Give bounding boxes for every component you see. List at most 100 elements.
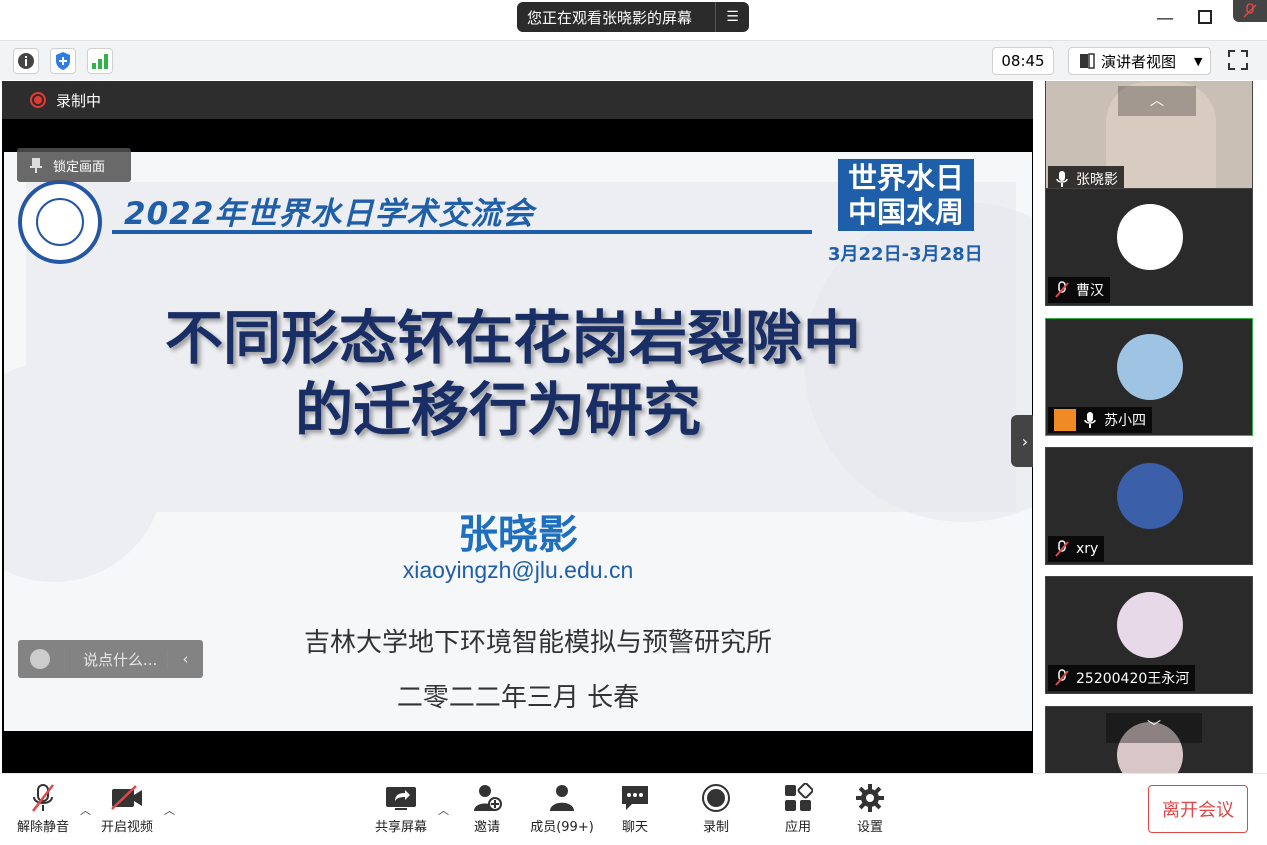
participant-gallery: ︿ 张晓影 曹汉 苏小四 xry 25200420王永河 ﹀ [1033,81,1267,773]
avatar [1117,334,1183,400]
video-off-icon [111,785,142,810]
info-button[interactable] [13,48,39,74]
share-options-caret[interactable]: ︿ [438,802,449,818]
water-day-badge: 世界水日 中国水周 [838,159,974,231]
share-screen-button[interactable]: 共享屏幕 [366,782,436,835]
meeting-toolbar: 解除静音 ︿ 开启视频 ︿ 共享屏幕 ︿ 邀请 成员(99+) 聊天 录制 应用… [0,773,1267,845]
conference-title: 2022年世界水日学术交流会 [124,196,535,232]
participant-nametag: 25200420王永河 [1048,665,1196,691]
participant-nametag: xry [1048,536,1105,562]
mic-off-icon [1243,3,1257,18]
audio-options-caret[interactable]: ︿ [80,802,91,818]
security-button[interactable] [50,48,76,74]
mic-icon [1056,171,1068,187]
lock-screen-label: 锁定画面 [53,159,106,175]
info-icon [18,53,34,69]
chevron-right-icon: › [1021,431,1029,451]
menu-icon[interactable]: ☰ [715,2,749,32]
start-video-label: 开启视频 [100,820,153,835]
unmute-button[interactable]: 解除静音 [8,782,78,835]
badge-line-1: 世界水日 [847,161,964,195]
chat-button[interactable]: 聊天 [600,782,670,835]
slide-author: 张晓影 [458,512,578,558]
title-line-1: 不同形态钚在花岗岩裂隙中 [164,304,861,372]
settings-button[interactable]: 设置 [835,782,905,835]
record-label: 录制 [702,820,729,835]
participant-name: 25200420王永河 [1076,671,1190,687]
title-line-2: 的迁移行为研究 [294,376,701,444]
invite-label: 邀请 [473,820,500,835]
title-bar: 您正在观看张晓影的屏幕 ☰ — [0,0,1267,40]
apps-button[interactable]: 应用 [763,782,833,835]
participant-name: 苏小四 [1104,413,1146,429]
minimize-button[interactable]: — [1153,8,1177,29]
viewing-notice[interactable]: 您正在观看张晓影的屏幕 ☰ [517,2,749,32]
title-underline [112,230,812,234]
participant-nametag: 曹汉 [1048,277,1110,303]
participant-tile[interactable]: xry [1045,447,1253,565]
slide-email: xiaoyingzh@jlu.edu.cn [402,557,634,583]
leave-meeting-button[interactable]: 离开会议 [1148,785,1248,833]
video-options-caret[interactable]: ︿ [164,802,175,818]
event-dates: 3月22日-3月28日 [828,244,983,265]
mic-off-icon [1055,669,1069,686]
view-mode-select[interactable]: 演讲者视图 ▼ [1068,47,1211,75]
network-button[interactable] [87,48,113,74]
meeting-timer: 08:45 [992,47,1054,75]
start-video-button[interactable]: 开启视频 [92,782,162,835]
university-logo [18,180,102,264]
chat-label: 聊天 [621,820,648,835]
speaker-view-icon [1080,53,1095,69]
avatar [1117,463,1183,529]
record-button[interactable]: 录制 [681,782,751,835]
scroll-down-icon[interactable]: ﹀ [1106,713,1202,743]
slide-date-city: 二零二二年三月 长春 [396,683,640,713]
mic-off-icon [1055,281,1069,298]
shield-icon [56,52,70,70]
lock-screen-button[interactable]: 锁定画面 [17,148,131,182]
divider [64,647,65,671]
members-label: 成员(99+) [530,820,594,835]
slide-main-title: 不同形态钚在花岗岩裂隙中 的迁移行为研究 [4,302,1032,446]
recording-indicator: 录制中 [2,81,1033,119]
fullscreen-icon [1228,50,1248,70]
mic-icon [1084,412,1096,428]
participant-tile[interactable]: 25200420王永河 [1045,576,1253,694]
participant-tile[interactable]: 苏小四 [1045,318,1253,436]
participant-name: xry [1076,541,1099,557]
recording-label: 录制中 [56,91,102,110]
mic-status-corner[interactable] [1233,0,1267,22]
view-mode-label: 演讲者视图 [1101,52,1177,71]
maximize-button[interactable] [1193,8,1217,29]
apps-icon [785,783,813,811]
participant-nametag: 苏小四 [1048,407,1152,433]
unmute-label: 解除静音 [16,820,69,835]
quick-chat-input[interactable]: 说点什么... ‹ [18,640,203,678]
avatar [1117,204,1183,270]
chevron-down-icon: ▼ [1194,54,1203,68]
emoji-icon[interactable] [30,649,50,669]
collapse-up-icon[interactable]: ︿ [1118,86,1196,116]
participant-tile[interactable]: 曹汉 [1045,188,1253,306]
share-screen-icon [386,787,416,810]
mic-off-icon [32,784,54,812]
host-icon [1054,409,1076,431]
mic-off-icon [1055,540,1069,557]
record-dot-icon [30,92,46,108]
viewing-notice-text: 您正在观看张晓影的屏幕 [527,8,693,27]
settings-label: 设置 [856,820,883,835]
collapse-chat-icon[interactable]: ‹ [167,650,203,668]
participant-name: 曹汉 [1076,283,1104,299]
participant-tile[interactable]: ﹀ [1045,706,1253,773]
members-icon [550,785,574,811]
participant-tile[interactable]: ︿ 张晓影 [1045,81,1253,195]
fullscreen-button[interactable] [1227,49,1251,73]
badge-line-2: 中国水周 [847,195,964,229]
chat-icon [622,786,648,810]
participant-name: 张晓影 [1076,172,1118,188]
invite-button[interactable]: 邀请 [452,782,522,835]
share-screen-label: 共享屏幕 [374,820,427,835]
info-bar: 08:45 演讲者视图 ▼ [0,40,1267,80]
members-button[interactable]: 成员(99+) [520,782,604,835]
pin-icon [30,158,42,173]
